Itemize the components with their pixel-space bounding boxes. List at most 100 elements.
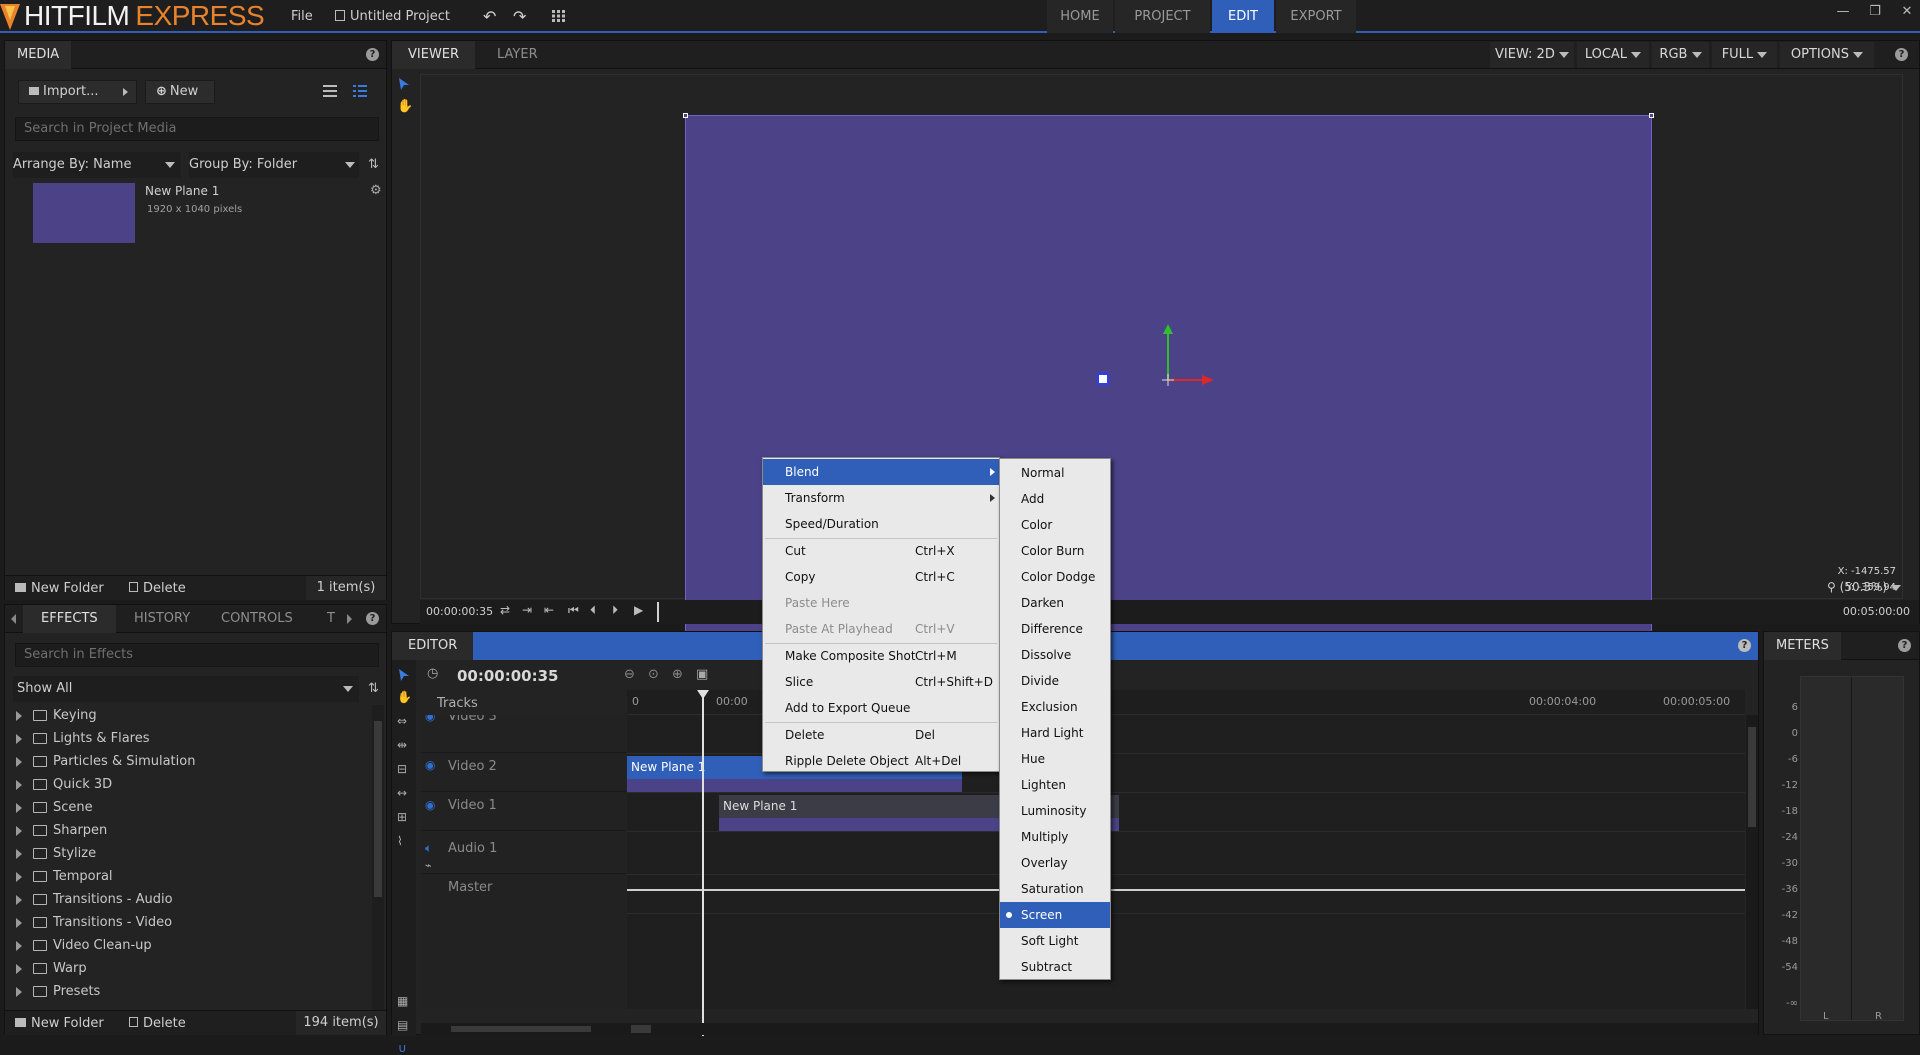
- import-button[interactable]: Import...: [18, 80, 137, 104]
- select-tool-icon[interactable]: [398, 77, 410, 91]
- menu-item-paste-here[interactable]: Paste Here: [763, 590, 999, 616]
- detail-view-icon[interactable]: [353, 85, 367, 97]
- blend-item-saturation[interactable]: Saturation: [1000, 876, 1110, 902]
- sort-icon[interactable]: ⇅: [368, 157, 379, 172]
- help-icon[interactable]: ?: [366, 612, 379, 625]
- media-item[interactable]: New Plane 1 1920 x 1040 pixels ⚙: [5, 179, 386, 249]
- track-audio-1[interactable]: 🔈︎ ⌁ Audio 1: [421, 835, 626, 874]
- blend-item-darken[interactable]: Darken: [1000, 590, 1110, 616]
- scrollbar-thumb[interactable]: [631, 1025, 651, 1033]
- blend-item-color[interactable]: Color: [1000, 512, 1110, 538]
- effects-scrollbar[interactable]: [372, 705, 384, 1013]
- editor-timecode[interactable]: 00:00:00:35: [457, 667, 559, 685]
- eye-icon[interactable]: ◉: [425, 798, 435, 812]
- step-back-icon[interactable]: ⏴: [590, 603, 596, 618]
- effects-filter-select[interactable]: Show All: [13, 676, 359, 702]
- tab-history[interactable]: HISTORY: [122, 605, 202, 633]
- tab-meters[interactable]: METERS: [1764, 632, 1841, 660]
- tree-item-sharpen[interactable]: Sharpen: [5, 819, 365, 842]
- tab-effects[interactable]: EFFECTS: [23, 605, 116, 633]
- menu-item-speed-duration[interactable]: Speed/Duration: [763, 511, 999, 537]
- zoom-slider[interactable]: [451, 1026, 591, 1032]
- blend-item-screen[interactable]: Screen: [1000, 902, 1110, 928]
- step-forward-icon[interactable]: ⏵: [612, 603, 618, 618]
- delete-button[interactable]: Delete: [129, 1016, 186, 1031]
- blend-item-soft-light[interactable]: Soft Light: [1000, 928, 1110, 954]
- tab-export[interactable]: EXPORT: [1276, 0, 1356, 33]
- eye-icon[interactable]: ◉: [425, 758, 435, 772]
- blend-item-color-dodge[interactable]: Color Dodge: [1000, 564, 1110, 590]
- blend-item-color-burn[interactable]: Color Burn: [1000, 538, 1110, 564]
- snap-magnet-icon[interactable]: ∪: [398, 1041, 407, 1055]
- group-by-select[interactable]: Group By: Folder: [189, 152, 359, 178]
- track-video-2[interactable]: ◉ Video 2: [421, 753, 626, 792]
- blend-item-subtract[interactable]: Subtract: [1000, 954, 1110, 980]
- skip-start-icon[interactable]: ⏮: [568, 603, 579, 618]
- anchor-point[interactable]: [1097, 373, 1109, 385]
- blend-item-overlay[interactable]: Overlay: [1000, 850, 1110, 876]
- loop-icon[interactable]: ⇄: [500, 603, 510, 617]
- tab-edit[interactable]: EDIT: [1212, 0, 1274, 33]
- blend-item-divide[interactable]: Divide: [1000, 668, 1110, 694]
- tree-item-lights-flares[interactable]: Lights & Flares: [5, 727, 365, 750]
- tree-item-transitions-audio[interactable]: Transitions - Audio: [5, 888, 365, 911]
- menu-item-add-to-export-queue[interactable]: Add to Export Queue: [763, 695, 999, 721]
- restore-button[interactable]: ❐: [1865, 4, 1885, 24]
- blend-item-exclusion[interactable]: Exclusion: [1000, 694, 1110, 720]
- project-title[interactable]: Untitled Project: [335, 0, 450, 31]
- chevron-right-icon[interactable]: [347, 614, 352, 624]
- render-icon[interactable]: ▣: [696, 667, 708, 682]
- track-master[interactable]: Master: [421, 874, 626, 913]
- view-mode-select[interactable]: VIEW: 2D: [1490, 42, 1574, 68]
- blend-item-normal[interactable]: Normal: [1000, 460, 1110, 486]
- tree-item-keying[interactable]: Keying: [5, 705, 365, 727]
- slide-tool-icon[interactable]: ⊞: [397, 810, 407, 824]
- hand-tool-icon[interactable]: ✋: [397, 690, 412, 704]
- resolution-select[interactable]: FULL: [1712, 42, 1777, 68]
- blend-item-hue[interactable]: Hue: [1000, 746, 1110, 772]
- help-icon[interactable]: ?: [1895, 48, 1908, 61]
- undo-icon[interactable]: ↶: [483, 0, 496, 31]
- menu-item-paste-at-playhead[interactable]: Paste At Playhead Ctrl+V: [763, 616, 999, 642]
- tab-viewer[interactable]: VIEWER: [392, 41, 476, 69]
- menu-item-blend[interactable]: Blend: [763, 459, 999, 485]
- sort-icon[interactable]: ⇅: [368, 681, 379, 696]
- tree-item-presets[interactable]: Presets: [5, 980, 365, 1003]
- track-video-3[interactable]: ◉ Video 3: [421, 715, 626, 753]
- tree-item-quick-3d[interactable]: Quick 3D: [5, 773, 365, 796]
- blend-item-lighten[interactable]: Lighten: [1000, 772, 1110, 798]
- gear-icon[interactable]: ⚙: [370, 183, 382, 198]
- roll-tool-icon[interactable]: ⊟: [397, 762, 407, 776]
- speaker-icon[interactable]: 🔈︎: [425, 841, 432, 856]
- tree-item-temporal[interactable]: Temporal: [5, 865, 365, 888]
- tree-item-video-cleanup[interactable]: Video Clean-up: [5, 934, 365, 957]
- tab-layer[interactable]: LAYER: [485, 41, 550, 69]
- new-audio-track-icon[interactable]: ▤: [397, 1018, 408, 1032]
- slip-tool-icon[interactable]: ⇔: [397, 714, 407, 728]
- menu-file[interactable]: File: [291, 0, 313, 31]
- prev-edit-icon[interactable]: ⊖: [624, 667, 635, 682]
- transform-gizmo[interactable]: [1156, 322, 1216, 388]
- zoom-select[interactable]: ⚲ (50.3%): [1827, 580, 1915, 600]
- pan-tool-icon[interactable]: ✋: [397, 99, 413, 114]
- space-select[interactable]: LOCAL: [1577, 42, 1649, 68]
- menu-item-delete[interactable]: Delete Del: [763, 722, 999, 748]
- menu-item-copy[interactable]: Copy Ctrl+C: [763, 564, 999, 590]
- tab-media[interactable]: MEDIA: [5, 41, 72, 69]
- blend-item-difference[interactable]: Difference: [1000, 616, 1110, 642]
- delete-button[interactable]: Delete: [129, 581, 186, 596]
- tab-home[interactable]: HOME: [1047, 0, 1113, 33]
- next-edit-icon[interactable]: ⊕: [672, 667, 683, 682]
- arrange-by-select[interactable]: Arrange By: Name: [13, 152, 181, 178]
- chevron-left-icon[interactable]: [11, 614, 16, 624]
- add-marker-icon[interactable]: ⊙: [648, 667, 659, 682]
- rate-stretch-icon[interactable]: ↔: [397, 786, 407, 800]
- blend-item-multiply[interactable]: Multiply: [1000, 824, 1110, 850]
- waveform-icon[interactable]: ⌁: [425, 859, 432, 872]
- new-video-track-icon[interactable]: ▦: [397, 994, 408, 1008]
- tree-item-stylize[interactable]: Stylize: [5, 842, 365, 865]
- timeline-vscrollbar[interactable]: [1746, 715, 1758, 1009]
- help-icon[interactable]: ?: [1738, 639, 1751, 652]
- timeline-playhead[interactable]: [702, 690, 704, 1036]
- tree-item-transitions-video[interactable]: Transitions - Video: [5, 911, 365, 934]
